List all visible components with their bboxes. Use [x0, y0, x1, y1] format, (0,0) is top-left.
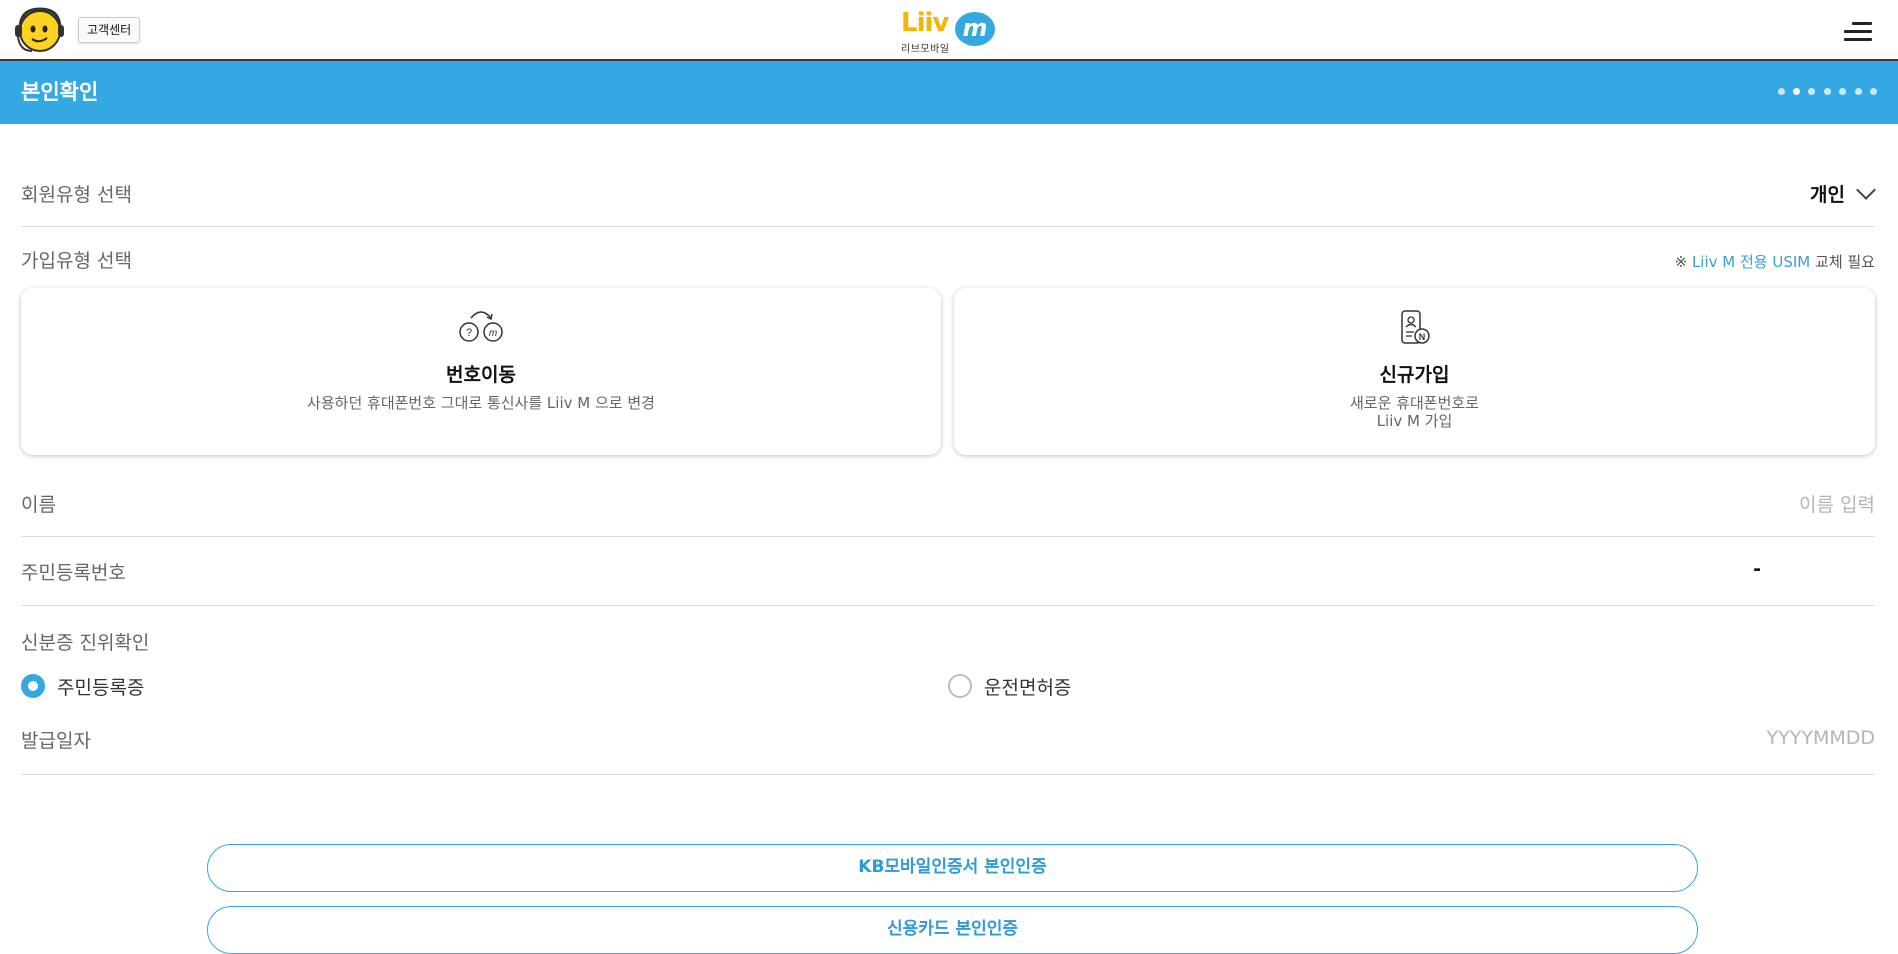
card-title: 신규가입: [1379, 364, 1450, 386]
usim-note: ※ Liiv M 전용 USIM 교체 필요: [1675, 251, 1875, 272]
kb-cert-auth-button[interactable]: KB모바일인증서 본인인증: [207, 844, 1698, 892]
new-phone-icon: N: [1401, 310, 1430, 344]
radio-label[interactable]: 주민등록증: [57, 673, 144, 700]
page-title: 본인확인: [21, 80, 99, 104]
svg-text:m: m: [489, 328, 497, 339]
customer-center-mascot-icon: [15, 7, 64, 52]
issue-date-label: 발급일자: [21, 730, 91, 752]
card-description: 사용하던 휴대폰번호 그대로 통신사를 Liiv M 으로 변경: [21, 394, 941, 412]
page-title-bar: 본인확인: [0, 61, 1898, 124]
radio-button[interactable]: [948, 674, 972, 698]
resident-number-row: 주민등록번호 -: [21, 536, 1875, 606]
resident-number-label: 주민등록번호: [21, 562, 126, 584]
logo-bubble: m: [955, 12, 995, 46]
card-title: 번호이동: [446, 364, 516, 386]
join-type-label: 가입유형 선택: [21, 250, 132, 272]
logo-text: Liiv: [901, 8, 949, 38]
join-option-new-signup[interactable]: N 신규가입 새로운 휴대폰번호로 Liiv M 가입: [954, 288, 1875, 455]
join-option-number-transfer[interactable]: ? m 번호이동 사용하던 휴대폰번호 그대로 통신사를 Liiv M 으로 변…: [21, 288, 941, 455]
name-row: 이름 이름 입력: [21, 475, 1875, 537]
card-desc-line: 사용하던 휴대폰번호 그대로 통신사를 Liiv M 으로 변경: [307, 394, 655, 412]
chevron-down-icon: [1856, 180, 1876, 200]
top-header: 고객센터 Liiv m 리브모바일: [0, 0, 1898, 61]
logo-subtitle: 리브모바일: [901, 44, 950, 55]
step-dot: [1839, 88, 1846, 95]
card-desc-line: 새로운 휴대폰번호로: [1350, 394, 1479, 412]
member-type-select[interactable]: 개인: [1810, 180, 1876, 207]
member-type-row[interactable]: 회원유형 선택 개인: [21, 172, 1876, 227]
radio-label[interactable]: 운전면허증: [984, 673, 1071, 700]
customer-center-label: 고객센터: [78, 17, 141, 43]
hamburger-menu-icon[interactable]: [1844, 22, 1872, 42]
member-type-label: 회원유형 선택: [21, 184, 132, 206]
member-type-value: 개인: [1810, 184, 1845, 206]
name-input[interactable]: 이름 입력: [1799, 490, 1875, 517]
number-transfer-icon: ? m: [459, 311, 503, 342]
step-dot: [1870, 88, 1877, 95]
id-verify-label: 신분증 진위확인: [21, 632, 150, 654]
credit-card-auth-button[interactable]: 신용카드 본인인증: [207, 906, 1698, 954]
step-dot: [1778, 88, 1785, 95]
svg-text:?: ?: [466, 327, 472, 339]
card-description: 새로운 휴대폰번호로 Liiv M 가입: [954, 394, 1875, 430]
step-dot: [1824, 88, 1831, 95]
issue-date-input[interactable]: YYYYMMDD: [1767, 727, 1875, 749]
issue-date-row: 발급일자 YYYYMMDD: [21, 716, 1875, 775]
liivm-logo[interactable]: Liiv m 리브모바일: [899, 8, 999, 56]
card-desc-line: Liiv M 가입: [1376, 412, 1453, 430]
svg-text:N: N: [1419, 332, 1426, 342]
note-highlight: Liiv M 전용 USIM: [1691, 253, 1811, 271]
radio-button-selected[interactable]: [21, 674, 45, 698]
note-prefix: ※: [1674, 253, 1692, 271]
note-suffix: 교체 필요: [1810, 253, 1875, 271]
resident-number-separator: -: [1753, 558, 1761, 580]
step-dot: [1808, 88, 1815, 95]
name-label: 이름: [21, 494, 56, 516]
step-dot: [1855, 88, 1862, 95]
step-dot-current: [1793, 88, 1800, 95]
